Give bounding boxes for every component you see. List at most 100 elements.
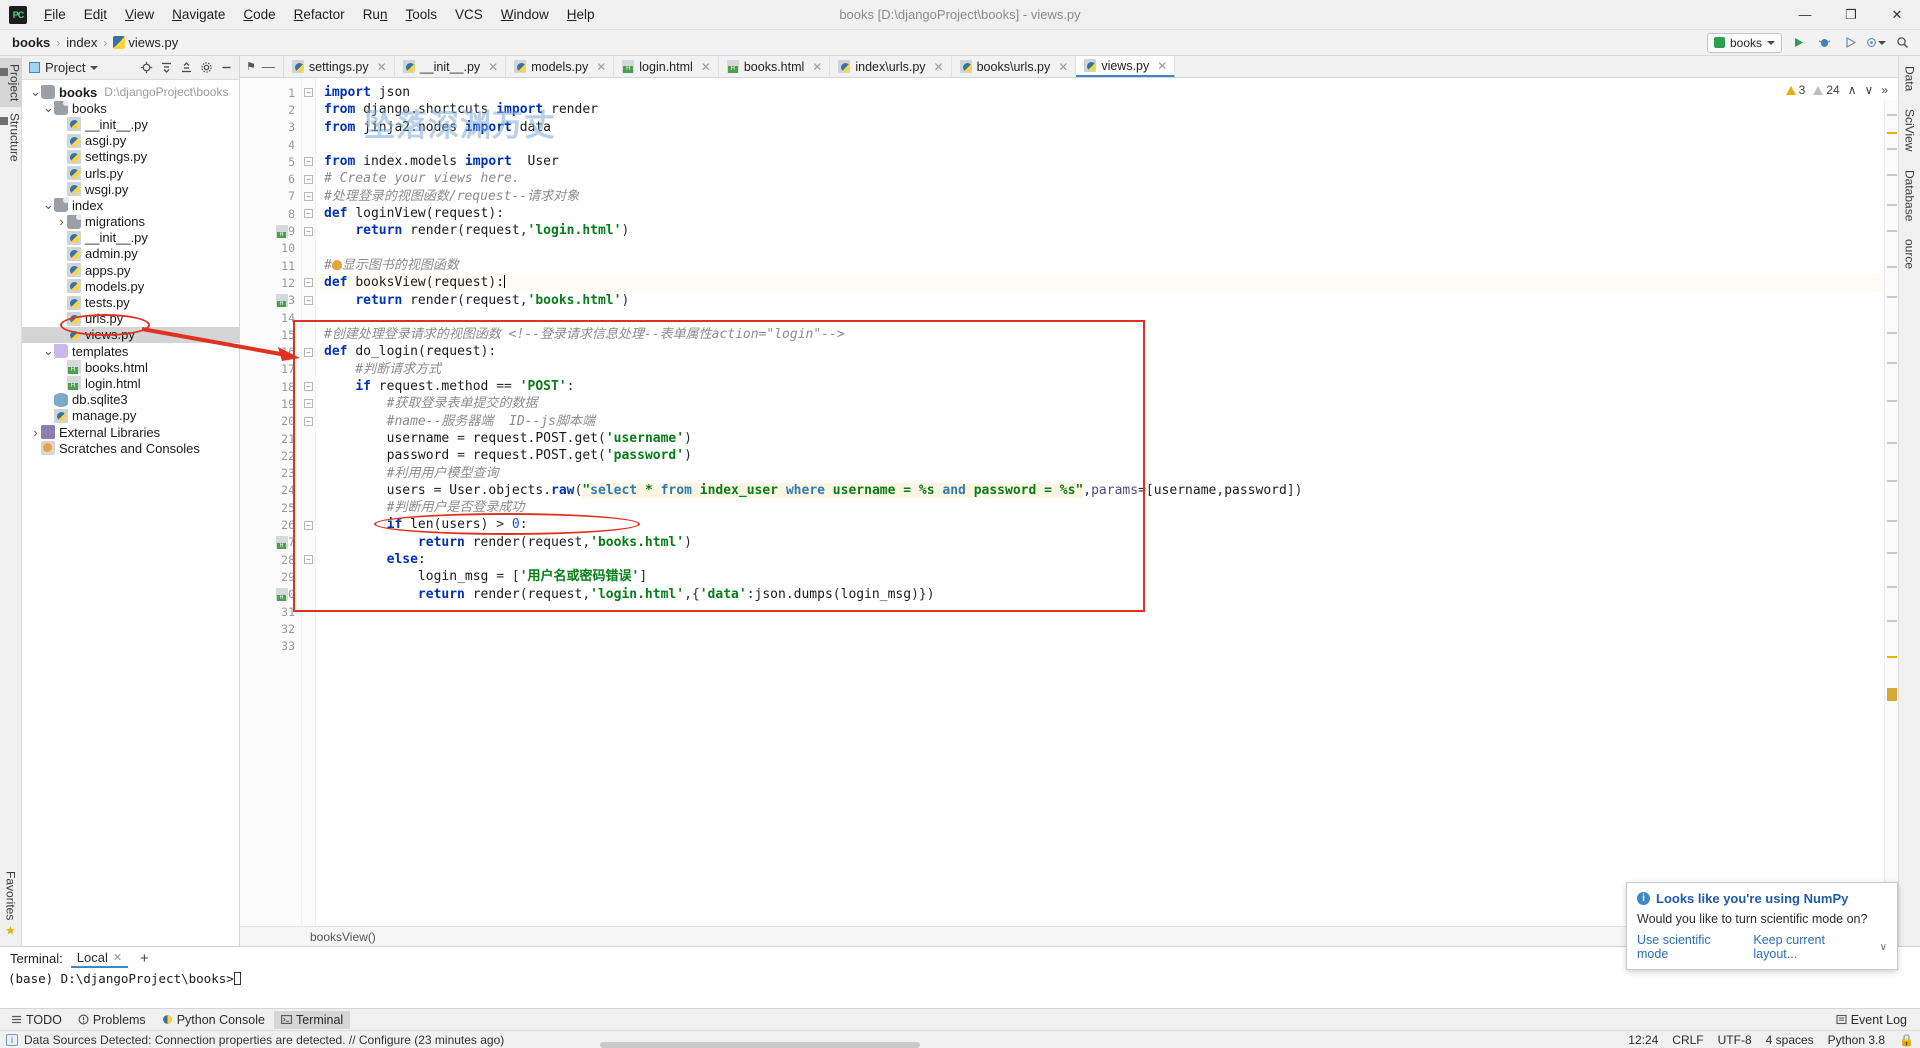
code-line-12[interactable]: def booksView(request): [316,274,1898,292]
previous-problem-icon[interactable]: ∧ [1848,83,1857,97]
chevron-down-icon[interactable]: ⌄ [30,85,41,98]
status-indent[interactable]: 4 spaces [1766,1033,1814,1047]
code-line-28[interactable]: else: [316,551,1898,568]
code-line-23[interactable]: #利用用户模型查询 [316,465,1898,482]
code-line-19[interactable]: #获取登录表单提交的数据 [316,395,1898,412]
close-tab-icon[interactable]: ✕ [934,60,944,74]
fold-gutter-line[interactable] [302,499,315,516]
editor-gutter[interactable]: 1234567891011121314151617181920212223242… [240,78,302,926]
stripe-button-sciview[interactable]: SciView [1901,103,1919,157]
fold-gutter-line[interactable] [302,638,315,655]
tree-item-tests-py[interactable]: tests.py [22,294,239,310]
html-run-marker-icon[interactable] [276,224,288,238]
minimize-button[interactable]: — [1782,0,1828,30]
tree-item-urls-py[interactable]: urls.py [22,311,239,327]
fold-gutter-line[interactable] [302,603,315,620]
editor-tab-login-html[interactable]: login.html ✕ [614,56,719,77]
stripe-button-database[interactable]: Database [1901,164,1919,227]
breadcrumb-item-books[interactable]: books [10,35,52,50]
close-tab-icon[interactable]: ✕ [701,60,711,74]
breadcrumb-item-index[interactable]: index [64,35,99,50]
search-everywhere-icon[interactable] [1892,33,1912,53]
fold-collapse-icon[interactable]: − [304,88,313,98]
tree-item-manage-py[interactable]: manage.py [22,408,239,424]
error-stripe-mark[interactable] [1887,132,1897,134]
code-line-18[interactable]: if request.method == 'POST': [316,378,1898,395]
gutter-line[interactable]: 11 [240,257,301,274]
tool-button-terminal[interactable]: Terminal [273,1010,351,1029]
error-stripe-mark[interactable] [1887,552,1897,554]
run-button[interactable] [1788,33,1808,53]
fold-gutter-line[interactable]: − [302,413,315,430]
gear-icon[interactable] [197,59,215,77]
maximize-button[interactable]: ❐ [1828,0,1874,30]
error-stripe-scrollbar[interactable] [1884,100,1898,926]
stripe-button-project[interactable]: Project [0,58,24,108]
editor-fold-column[interactable]: − − − − − − − − − − − − − − [302,78,316,926]
chevron-down-icon[interactable]: ⌄ [43,344,54,357]
code-line-5[interactable]: from index.models import User [316,153,1898,170]
menu-item-edit[interactable]: Edit [75,3,116,26]
tree-item-apps-py[interactable]: apps.py [22,262,239,278]
status-interpreter[interactable]: Python 3.8 [1828,1033,1885,1047]
gutter-line[interactable]: 32 [240,620,301,637]
error-stripe-mark[interactable] [1887,266,1897,268]
tree-item-migrations[interactable]: › migrations [22,213,239,230]
gutter-line[interactable]: 15 [240,326,301,343]
tree-item-urls-py[interactable]: urls.py [22,165,239,181]
gutter-line[interactable]: 29 [240,568,301,585]
fold-gutter-line[interactable] [302,568,315,585]
fold-collapse-icon[interactable]: − [304,191,313,201]
fold-gutter-line[interactable] [302,240,315,257]
code-line-2[interactable]: from django.shortcuts import render [316,101,1898,118]
horizontal-scrollbar[interactable] [600,1042,920,1048]
lock-icon[interactable]: 🔒 [1899,1033,1914,1047]
gutter-line[interactable]: 25 [240,499,301,516]
fold-collapse-icon[interactable]: − [304,157,313,167]
stripe-button-structure[interactable]: Structure [0,107,24,168]
fold-gutter-line[interactable] [302,586,315,603]
tool-button-todo[interactable]: TODO [4,1011,69,1029]
editor-tab-views-py[interactable]: views.py ✕ [1076,56,1176,77]
menu-item-refactor[interactable]: Refactor [285,3,354,26]
tree-item-books[interactable]: ⌄ books [22,100,239,116]
code-line-15[interactable]: #创建处理登录请求的视图函数 <!--登录请求信息处理--表单属性action=… [316,326,1898,343]
stripe-button-data[interactable]: Data [1901,60,1919,97]
intention-bulb-icon[interactable] [331,259,342,270]
gutter-line[interactable]: 33 [240,638,301,655]
close-button[interactable]: ✕ [1874,0,1920,30]
gutter-line[interactable]: 3 [240,119,301,136]
code-line-14[interactable] [316,309,1898,326]
gutter-line[interactable]: 16 [240,343,301,360]
error-stripe-mark[interactable] [1887,230,1897,232]
fold-gutter-line[interactable]: − [302,153,315,170]
code-line-17[interactable]: #判断请求方式 [316,361,1898,378]
pin-tab-icon[interactable]: ⚑ [246,60,256,73]
error-stripe-mark[interactable] [1887,480,1897,482]
stripe-button-source[interactable]: ource [1901,233,1919,275]
gutter-line[interactable]: 10 [240,240,301,257]
error-stripe-mark[interactable] [1887,656,1897,658]
editor-tab-bar[interactable]: ⚑ — settings.py✕__init__.py✕models.py✕lo… [240,56,1898,78]
editor-tab-books-html[interactable]: books.html ✕ [719,56,831,77]
tree-item-books-html[interactable]: books.html [22,359,239,375]
gutter-line[interactable]: 8 [240,205,301,222]
code-line-13[interactable]: return render(request,'books.html') [316,292,1898,309]
gutter-line[interactable]: 13 [240,292,301,309]
tool-button-problems[interactable]: Problems [71,1011,153,1029]
fold-gutter-line[interactable]: − [302,516,315,533]
tree-item-views-py[interactable]: views.py [22,326,239,343]
collapse-all-icon[interactable] [157,59,175,77]
fold-gutter-line[interactable]: − [302,188,315,205]
editor-tab-models-py[interactable]: models.py ✕ [506,56,615,77]
error-stripe-mark[interactable] [1887,400,1897,402]
code-line-8[interactable]: def loginView(request): [316,205,1898,222]
close-icon[interactable]: ✕ [113,951,122,964]
fold-gutter-line[interactable] [302,136,315,153]
error-stripe-mark[interactable] [1887,620,1897,622]
gutter-line[interactable]: 21 [240,430,301,447]
menu-item-run[interactable]: Run [354,3,397,26]
menu-item-view[interactable]: View [116,3,163,26]
gutter-line[interactable]: 9 [240,222,301,239]
fold-gutter-line[interactable]: − [302,395,315,412]
